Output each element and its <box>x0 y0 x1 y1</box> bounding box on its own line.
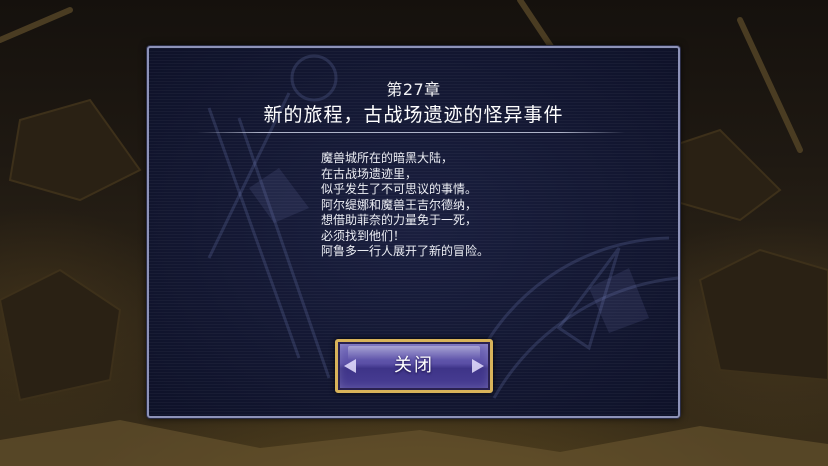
debris-left <box>8 98 142 202</box>
rock-left <box>0 268 122 402</box>
story-line: 阿尔缇娜和魔兽王吉尔德纳， <box>321 197 478 212</box>
rock-right <box>698 248 828 382</box>
close-button-label: 关闭 <box>394 355 434 376</box>
title-divider <box>197 132 625 133</box>
ground-sand <box>0 420 828 466</box>
story-line: 似乎发生了不可思议的事情。 <box>321 182 478 196</box>
story-line: 想借助菲奈的力量免于一死， <box>321 213 478 227</box>
chapter-title: 新的旅程，古战场遗迹的怪异事件 <box>263 104 564 126</box>
broken-beam-left <box>0 7 73 43</box>
story-text: 魔兽城所在的暗黑大陆， 在古战场遗迹里， 似乎发生了不可思议的事情。 阿尔缇娜和… <box>321 151 621 260</box>
close-button[interactable]: 关闭 <box>335 339 493 393</box>
chapter-number: 第27章 <box>386 80 441 99</box>
chapter-dialog: 第27章 新的旅程，古战场遗迹的怪异事件 魔兽城所在的暗黑大陆， 在古战场遗迹里… <box>147 46 680 418</box>
game-scene: 第27章 新的旅程，古战场遗迹的怪异事件 魔兽城所在的暗黑大陆， 在古战场遗迹里… <box>0 0 828 466</box>
story-line: 阿鲁多一行人展开了新的冒险。 <box>321 244 490 258</box>
story-line: 在古战场遗迹里， <box>321 166 418 181</box>
story-line: 魔兽城所在的暗黑大陆， <box>321 151 454 165</box>
story-line: 必须找到他们！ <box>321 228 406 243</box>
broken-pillar-right <box>737 17 803 153</box>
